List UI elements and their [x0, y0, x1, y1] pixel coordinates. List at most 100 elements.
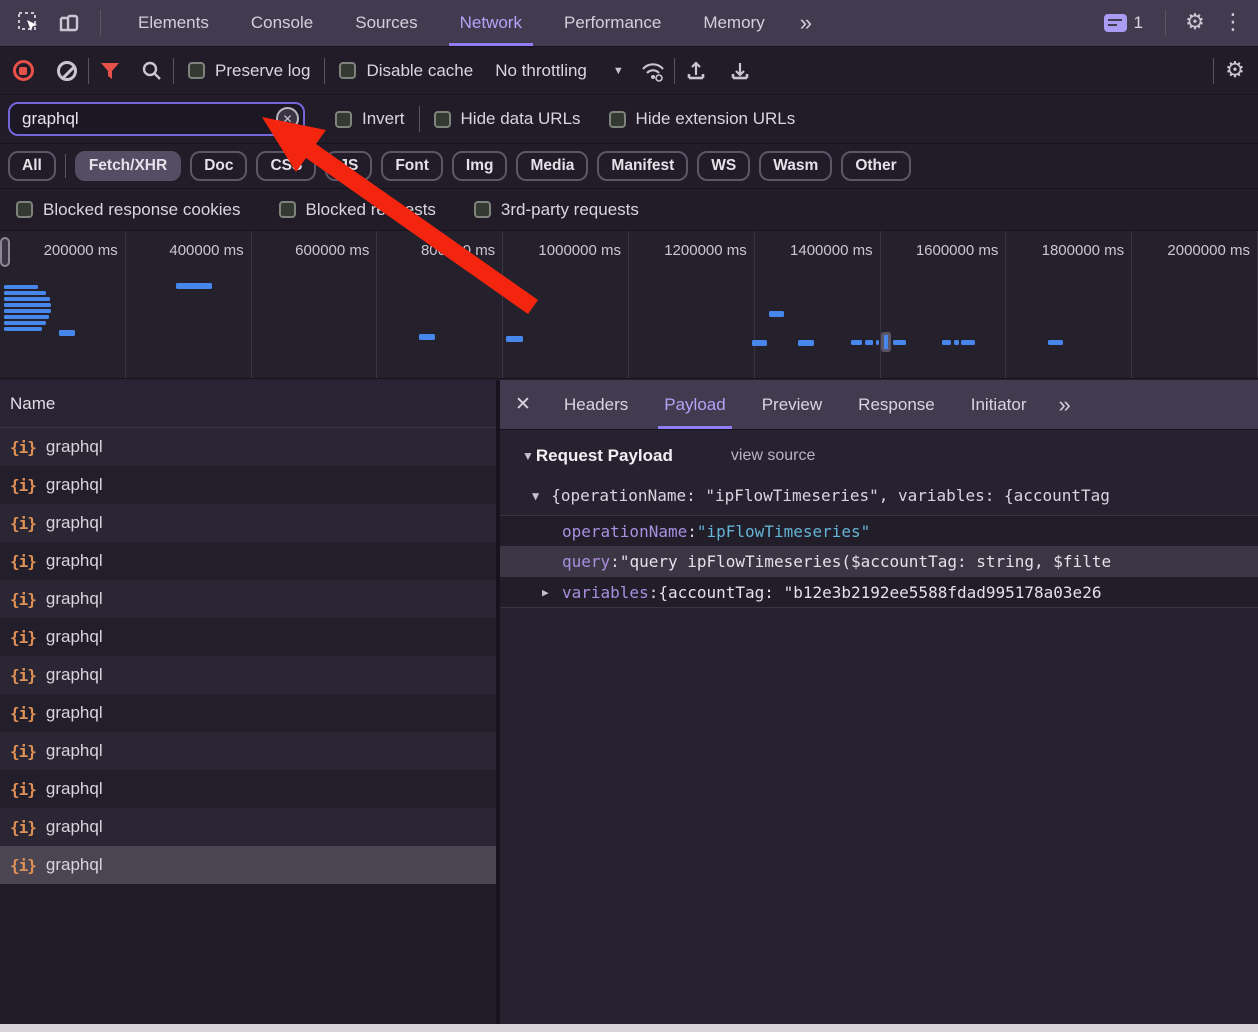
- filter-chip-wasm[interactable]: Wasm: [759, 151, 832, 181]
- timeline-request-bar: [4, 321, 46, 325]
- divider: [1165, 10, 1166, 36]
- request-name: graphql: [46, 437, 103, 457]
- request-name: graphql: [46, 475, 103, 495]
- table-row[interactable]: {i}graphql: [0, 770, 496, 808]
- timeline-request-bar: [893, 340, 906, 345]
- timeline-tick-label: 1400000 ms: [755, 231, 881, 378]
- request-name: graphql: [46, 741, 103, 761]
- 3rd-party-requests-checkbox[interactable]: 3rd-party requests: [466, 200, 647, 220]
- expand-triangle-icon[interactable]: ▶: [542, 586, 549, 599]
- issues-counter[interactable]: 1: [1096, 13, 1151, 33]
- timeline-request-bar: [769, 311, 784, 317]
- tab-network[interactable]: Network: [439, 0, 543, 46]
- payload-entry-operationName[interactable]: operationName: "ipFlowTimeseries": [500, 515, 1258, 546]
- payload-value: {accountTag: "b12e3b2192ee5588fdad995178…: [658, 583, 1101, 602]
- payload-value: "ipFlowTimeseries": [697, 522, 870, 541]
- kebab-menu-icon[interactable]: ⋮: [1218, 8, 1248, 38]
- filter-chip-img[interactable]: Img: [452, 151, 508, 181]
- filter-chip-font[interactable]: Font: [381, 151, 443, 181]
- request-payload-section[interactable]: ▼ Request Payload view source: [500, 430, 1258, 478]
- table-row[interactable]: {i}graphql: [0, 808, 496, 846]
- request-name: graphql: [46, 551, 103, 571]
- table-row[interactable]: {i}graphql: [0, 580, 496, 618]
- details-tab-headers[interactable]: Headers: [546, 380, 646, 429]
- table-row[interactable]: {i}graphql: [0, 656, 496, 694]
- tab-performance[interactable]: Performance: [543, 0, 682, 46]
- expand-triangle-icon: ▼: [532, 489, 539, 503]
- timeline-request-bar: [4, 327, 42, 331]
- clear-network-log-button[interactable]: [52, 56, 82, 86]
- timeline-tick-label: 600000 ms: [252, 231, 378, 378]
- tab-memory[interactable]: Memory: [682, 0, 785, 46]
- name-column-header[interactable]: Name: [0, 380, 496, 428]
- request-name: graphql: [46, 627, 103, 647]
- filter-chip-doc[interactable]: Doc: [190, 151, 247, 181]
- filter-chip-all[interactable]: All: [8, 151, 56, 181]
- device-toolbar-icon[interactable]: [54, 8, 84, 38]
- table-row[interactable]: {i}graphql: [0, 732, 496, 770]
- table-row[interactable]: {i}graphql: [0, 428, 496, 466]
- inspect-element-icon[interactable]: [14, 8, 44, 38]
- throttling-dropdown[interactable]: No throttling ▼: [481, 61, 638, 81]
- payload-value: "query ipFlowTimeseries($accountTag: str…: [620, 552, 1111, 571]
- invert-checkbox[interactable]: Invert: [327, 109, 413, 129]
- table-row[interactable]: {i}graphql: [0, 694, 496, 732]
- payload-entry-variables[interactable]: ▶variables: {accountTag: "b12e3b2192ee55…: [500, 577, 1258, 608]
- close-icon[interactable]: ✕: [500, 393, 546, 416]
- json-icon: {i}: [10, 476, 36, 495]
- tab-console[interactable]: Console: [230, 0, 334, 46]
- disable-cache-checkbox[interactable]: Disable cache: [331, 61, 481, 81]
- settings-gear-icon[interactable]: ⚙: [1180, 8, 1210, 38]
- checkbox-label: Blocked requests: [306, 200, 436, 220]
- filter-input[interactable]: [8, 102, 305, 136]
- details-more-tabs-icon[interactable]: »: [1044, 392, 1082, 418]
- clear-filter-icon[interactable]: ✕: [276, 107, 299, 130]
- timeline-request-bar: [876, 340, 879, 345]
- network-settings-gear-icon[interactable]: ⚙: [1220, 56, 1250, 86]
- request-details-panel: ✕ HeadersPayloadPreviewResponseInitiator…: [500, 380, 1258, 1024]
- hide-extension-urls-checkbox[interactable]: Hide extension URLs: [601, 109, 804, 129]
- details-tab-initiator[interactable]: Initiator: [953, 380, 1045, 429]
- table-row[interactable]: {i}graphql: [0, 504, 496, 542]
- filter-chip-manifest[interactable]: Manifest: [597, 151, 688, 181]
- panel-tabs: ElementsConsoleSourcesNetworkPerformance…: [117, 0, 786, 46]
- preserve-log-checkbox[interactable]: Preserve log: [180, 61, 318, 81]
- payload-entry-query[interactable]: query: "query ipFlowTimeseries($accountT…: [500, 546, 1258, 577]
- request-name: graphql: [46, 589, 103, 609]
- export-har-icon[interactable]: [725, 56, 755, 86]
- network-overview-timeline[interactable]: 200000 ms400000 ms600000 ms800000 ms1000…: [0, 231, 1258, 379]
- filter-chip-ws[interactable]: WS: [697, 151, 750, 181]
- divider: [100, 10, 101, 36]
- timeline-tick-label: 800000 ms: [377, 231, 503, 378]
- filter-chip-fetchxhr[interactable]: Fetch/XHR: [75, 151, 181, 181]
- search-icon[interactable]: [137, 56, 167, 86]
- table-row[interactable]: {i} graphql: [0, 466, 496, 504]
- filter-chip-js[interactable]: JS: [325, 151, 372, 181]
- timeline-request-bar: [1048, 340, 1063, 345]
- details-tab-response[interactable]: Response: [840, 380, 953, 429]
- payload-root-node[interactable]: ▼ {operationName: "ipFlowTimeseries", va…: [500, 478, 1258, 515]
- timeline-left-handle[interactable]: [0, 237, 10, 267]
- blocked-response-cookies-checkbox[interactable]: Blocked response cookies: [8, 200, 249, 220]
- filter-chip-css[interactable]: CSS: [256, 151, 316, 181]
- record-network-log-button[interactable]: [8, 56, 38, 86]
- table-row[interactable]: {i}graphql: [0, 542, 496, 580]
- details-tab-preview[interactable]: Preview: [744, 380, 840, 429]
- checkbox-label: 3rd-party requests: [501, 200, 639, 220]
- tab-sources[interactable]: Sources: [334, 0, 438, 46]
- network-conditions-icon[interactable]: [638, 56, 668, 86]
- filter-chip-other[interactable]: Other: [841, 151, 910, 181]
- table-row[interactable]: {i}graphql: [0, 846, 496, 884]
- details-tab-payload[interactable]: Payload: [646, 380, 743, 429]
- hide-data-urls-checkbox[interactable]: Hide data URLs: [426, 109, 589, 129]
- blocked-requests-checkbox[interactable]: Blocked requests: [271, 200, 444, 220]
- tab-elements[interactable]: Elements: [117, 0, 230, 46]
- view-source-link[interactable]: view source: [731, 447, 815, 465]
- import-har-icon[interactable]: [681, 56, 711, 86]
- more-tabs-icon[interactable]: »: [786, 10, 824, 36]
- timeline-request-bar: [752, 340, 767, 346]
- filter-icon[interactable]: [95, 56, 125, 86]
- filter-chip-media[interactable]: Media: [516, 151, 588, 181]
- table-row[interactable]: {i}graphql: [0, 618, 496, 656]
- checkbox-box: [434, 111, 451, 128]
